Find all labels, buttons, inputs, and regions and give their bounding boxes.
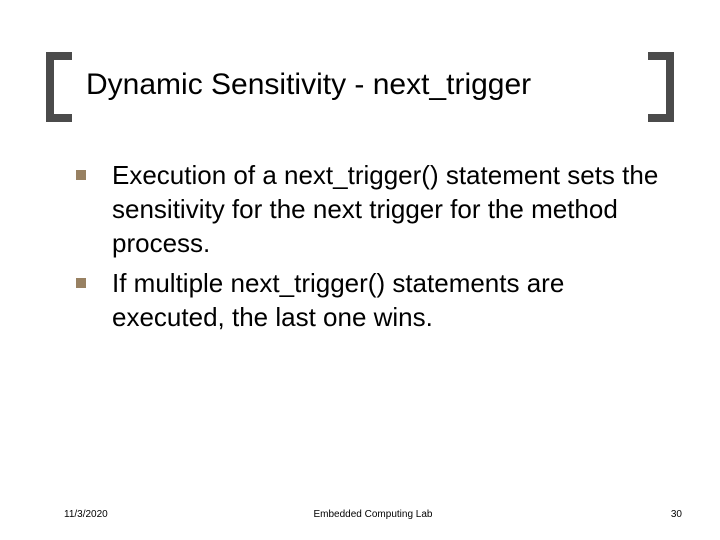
list-item: If multiple next_trigger() statements ar… [76, 266, 674, 334]
body-content: Execution of a next_trigger() statement … [76, 158, 674, 340]
bracket-left-icon [46, 52, 72, 122]
footer-center: Embedded Computing Lab [64, 509, 682, 520]
slide-title: Dynamic Sensitivity - next_trigger [86, 68, 531, 102]
square-bullet-icon [76, 278, 86, 288]
bracket-right-icon [648, 52, 674, 122]
footer-page-number: 30 [671, 509, 682, 520]
title-bar: Dynamic Sensitivity - next_trigger [46, 52, 674, 122]
square-bullet-icon [76, 170, 86, 180]
list-item-text: Execution of a next_trigger() statement … [112, 158, 674, 260]
slide: Dynamic Sensitivity - next_trigger Execu… [0, 0, 720, 540]
list-item-text: If multiple next_trigger() statements ar… [112, 266, 674, 334]
list-item: Execution of a next_trigger() statement … [76, 158, 674, 260]
